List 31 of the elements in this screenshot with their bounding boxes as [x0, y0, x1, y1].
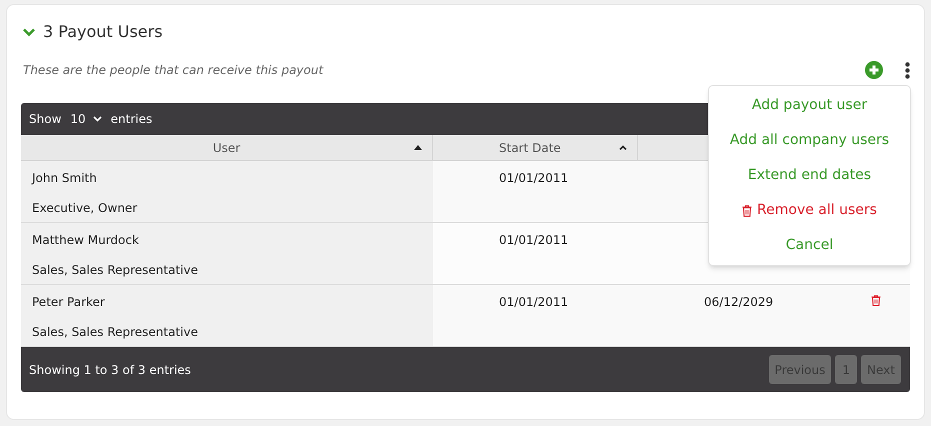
table-info: Showing 1 to 3 of 3 entries: [29, 362, 191, 378]
section-title: 3 Payout Users: [43, 21, 163, 43]
user-name: Matthew Murdock: [32, 232, 140, 249]
entries-select[interactable]: 10: [67, 110, 105, 128]
trash-icon: [742, 204, 752, 216]
show-label: Show: [29, 111, 62, 128]
entries-label: entries: [110, 111, 152, 128]
start-date: 01/01/2011: [499, 295, 568, 309]
menu-item[interactable]: Add all company users: [709, 123, 910, 158]
more-vertical-icon[interactable]: [905, 62, 910, 78]
user-role: Sales, Sales Representative: [32, 262, 199, 279]
user-role: Executive, Owner: [32, 200, 138, 217]
menu-item[interactable]: Remove all users: [709, 193, 910, 228]
plus-circle-icon[interactable]: [865, 61, 883, 79]
section-description: These are the people that can receive this payout: [23, 62, 324, 79]
user-role: Sales, Sales Representative: [32, 324, 199, 341]
end-date: 06/12/2029: [704, 295, 774, 309]
trash-icon[interactable]: [871, 295, 881, 306]
start-date: 01/01/2011: [499, 233, 568, 247]
sort-up-icon: [414, 145, 422, 150]
sort-caret-icon: [619, 145, 627, 150]
menu-item[interactable]: Extend end dates: [709, 158, 910, 193]
column-header[interactable]: User: [21, 135, 433, 160]
column-header[interactable]: Start Date: [433, 135, 638, 160]
chevron-down-icon[interactable]: [23, 28, 35, 36]
caret-icon: [92, 116, 102, 122]
start-date: 01/01/2011: [499, 171, 568, 185]
menu-item[interactable]: Add payout user: [709, 88, 910, 123]
menu-item[interactable]: Cancel: [709, 228, 910, 263]
user-name: Peter Parker: [32, 294, 106, 311]
user-name: John Smith: [32, 170, 98, 187]
